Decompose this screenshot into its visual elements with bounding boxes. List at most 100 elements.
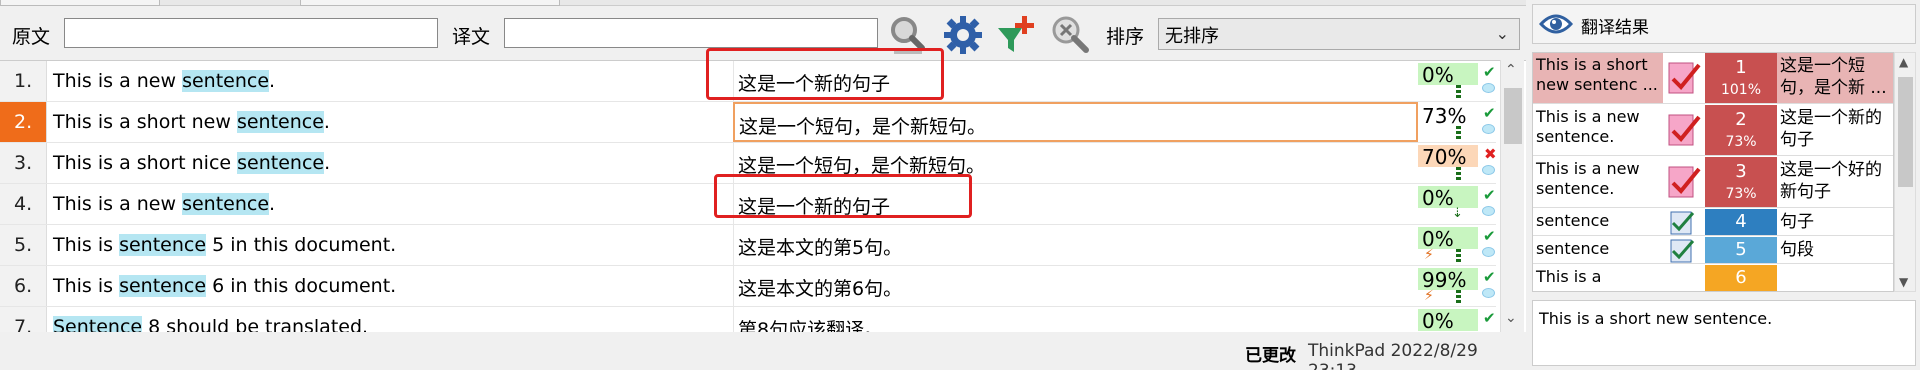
table-row[interactable]: 5. This is sentence 5 in this document. … <box>0 225 1496 266</box>
confirm-status[interactable]: ✖ <box>1482 143 1497 183</box>
scroll-thumb[interactable] <box>1504 88 1522 144</box>
check-icon: ✔ <box>1483 268 1496 286</box>
results-list: This is a short new sentenc ... 1 101% 这是… <box>1532 52 1894 292</box>
target-cell-editing[interactable]: 这是一个短句，是个新短句。 <box>733 102 1418 142</box>
confirm-status[interactable]: ✔ <box>1482 184 1496 224</box>
status-bar-icon <box>1456 249 1461 263</box>
result-rank: 1 101% <box>1705 53 1777 103</box>
target-cell[interactable]: 这是本文的第6句。 <box>733 266 1418 306</box>
comment-icon <box>1482 83 1495 93</box>
table-row[interactable]: 2. This is a short new sentence. 这是一个短句，… <box>0 102 1496 143</box>
result-rank: 6 <box>1705 265 1777 291</box>
grid-scrollbar[interactable]: ⌃ ⌄ <box>1500 60 1524 332</box>
match-percent: 0% ⇣ <box>1418 184 1482 224</box>
comment-icon <box>1482 124 1495 134</box>
scroll-up-icon[interactable]: ▲ <box>1899 55 1908 69</box>
source-cell[interactable]: This is a short nice sentence. <box>48 143 733 183</box>
row-number: 5. <box>0 225 47 265</box>
termbase-icon <box>1663 209 1705 235</box>
result-icon <box>1663 265 1705 291</box>
sort-select[interactable]: 无排序 ⌄ <box>1158 18 1520 50</box>
termbase-icon <box>1663 237 1705 263</box>
chevron-down-icon: ⌄ <box>1495 24 1509 43</box>
source-cell[interactable]: Sentence 8 should be translated. <box>48 307 733 332</box>
comment-icon <box>1482 247 1495 257</box>
tm-match-icon <box>1663 157 1705 207</box>
lightning-icon: ⚡ <box>1424 288 1434 304</box>
scroll-thumb[interactable] <box>1898 77 1913 187</box>
result-source: This is a <box>1536 267 1602 286</box>
scroll-up-icon[interactable]: ⌃ <box>1505 62 1517 78</box>
row-number: 1. <box>0 61 47 101</box>
comment-icon <box>1482 288 1495 298</box>
eye-icon[interactable] <box>1538 12 1574 41</box>
row-number: 7. <box>0 307 47 332</box>
match-percent: 99% ⚡ <box>1418 266 1482 306</box>
check-icon: ✔ <box>1483 186 1496 204</box>
table-row[interactable]: 6. This is sentence 6 in this document. … <box>0 266 1496 307</box>
results-header: 翻译结果 <box>1532 4 1916 44</box>
target-cell[interactable]: 第8句应该翻译。 <box>733 307 1418 332</box>
filter-add-icon[interactable] <box>996 14 1038 56</box>
source-cell[interactable]: This is a new sentence. <box>48 61 733 101</box>
confirm-status[interactable]: ✔ <box>1482 102 1496 142</box>
source-cell[interactable]: This is a new sentence. <box>48 184 733 224</box>
result-row[interactable]: This is a new sentence. 2 73% 这是一个新的句子 <box>1533 105 1893 156</box>
target-filter-input[interactable] <box>504 18 878 48</box>
results-scrollbar[interactable]: ▲ ▼ <box>1894 52 1916 292</box>
confirm-status[interactable]: ✔ <box>1482 61 1496 101</box>
scroll-down-icon[interactable]: ⌄ <box>1505 310 1517 326</box>
result-preview: This is a short new sentence. <box>1532 300 1916 366</box>
match-percent: 0% <box>1418 307 1482 332</box>
tab-strip <box>0 0 1526 6</box>
result-row[interactable]: sentence 5 句段 <box>1533 237 1893 264</box>
result-row[interactable]: sentence 4 句子 <box>1533 209 1893 236</box>
result-target <box>1777 265 1893 291</box>
tm-match-icon <box>1663 53 1705 103</box>
gear-icon[interactable] <box>942 14 984 56</box>
clear-search-icon[interactable] <box>1050 14 1092 56</box>
row-number: 4. <box>0 184 47 224</box>
confirm-status[interactable]: ✔ <box>1482 266 1496 306</box>
result-source: This is a new sentence. <box>1536 159 1640 198</box>
translation-results-panel: 翻译结果 This is a short new sentenc ... 1 10… <box>1528 0 1920 370</box>
arrow-down-icon: ⇣ <box>1452 206 1463 221</box>
result-rank: 5 <box>1705 237 1777 263</box>
confirm-status[interactable]: ✔ <box>1482 225 1496 265</box>
result-target: 句段 <box>1780 240 1814 260</box>
highlight-box <box>714 174 972 218</box>
result-target: 这是一个新的句子 <box>1780 108 1882 150</box>
check-icon: ✔ <box>1483 104 1496 122</box>
check-icon: ✔ <box>1483 227 1496 245</box>
status-bar-icon <box>1456 85 1461 99</box>
match-percent: 0% <box>1418 61 1482 101</box>
source-cell[interactable]: This is sentence 5 in this document. <box>48 225 733 265</box>
source-filter-input[interactable] <box>64 18 438 48</box>
result-source: sentence <box>1536 211 1610 230</box>
table-row[interactable]: 7. Sentence 8 should be translated. 第8句应… <box>0 307 1496 332</box>
row-number: 2. <box>0 102 47 142</box>
result-row[interactable]: This is a 6 <box>1533 265 1893 291</box>
target-cell[interactable]: 这是本文的第5句。 <box>733 225 1418 265</box>
row-number: 3. <box>0 143 47 183</box>
source-cell[interactable]: This is a short new sentence. <box>48 102 733 142</box>
status-bar: 已更改 ThinkPad 2022/8/29 23:13 <box>0 334 1526 370</box>
result-target: 这是一个好的新句子 <box>1780 160 1882 202</box>
match-percent: 70% <box>1418 143 1482 183</box>
target-label: 译文 <box>452 26 491 48</box>
tab[interactable] <box>300 0 560 6</box>
source-cell[interactable]: This is sentence 6 in this document. <box>48 266 733 306</box>
row-number: 6. <box>0 266 47 306</box>
sort-selected-value: 无排序 <box>1165 26 1219 47</box>
cross-icon: ✖ <box>1484 145 1497 163</box>
result-row[interactable]: This is a short new sentenc ... 1 101% 这是… <box>1533 53 1893 104</box>
comment-icon <box>1482 206 1495 216</box>
match-percent: 0% ⚡ <box>1418 225 1482 265</box>
status-bar-icon <box>1456 126 1461 140</box>
result-target: 句子 <box>1780 212 1814 232</box>
confirm-status[interactable]: ✔ <box>1482 307 1496 332</box>
scroll-down-icon[interactable]: ▼ <box>1899 275 1908 289</box>
tab[interactable] <box>0 0 160 6</box>
result-row[interactable]: This is a new sentence. 3 73% 这是一个好的新句子 <box>1533 157 1893 208</box>
modified-status: 已更改 <box>1245 346 1296 366</box>
